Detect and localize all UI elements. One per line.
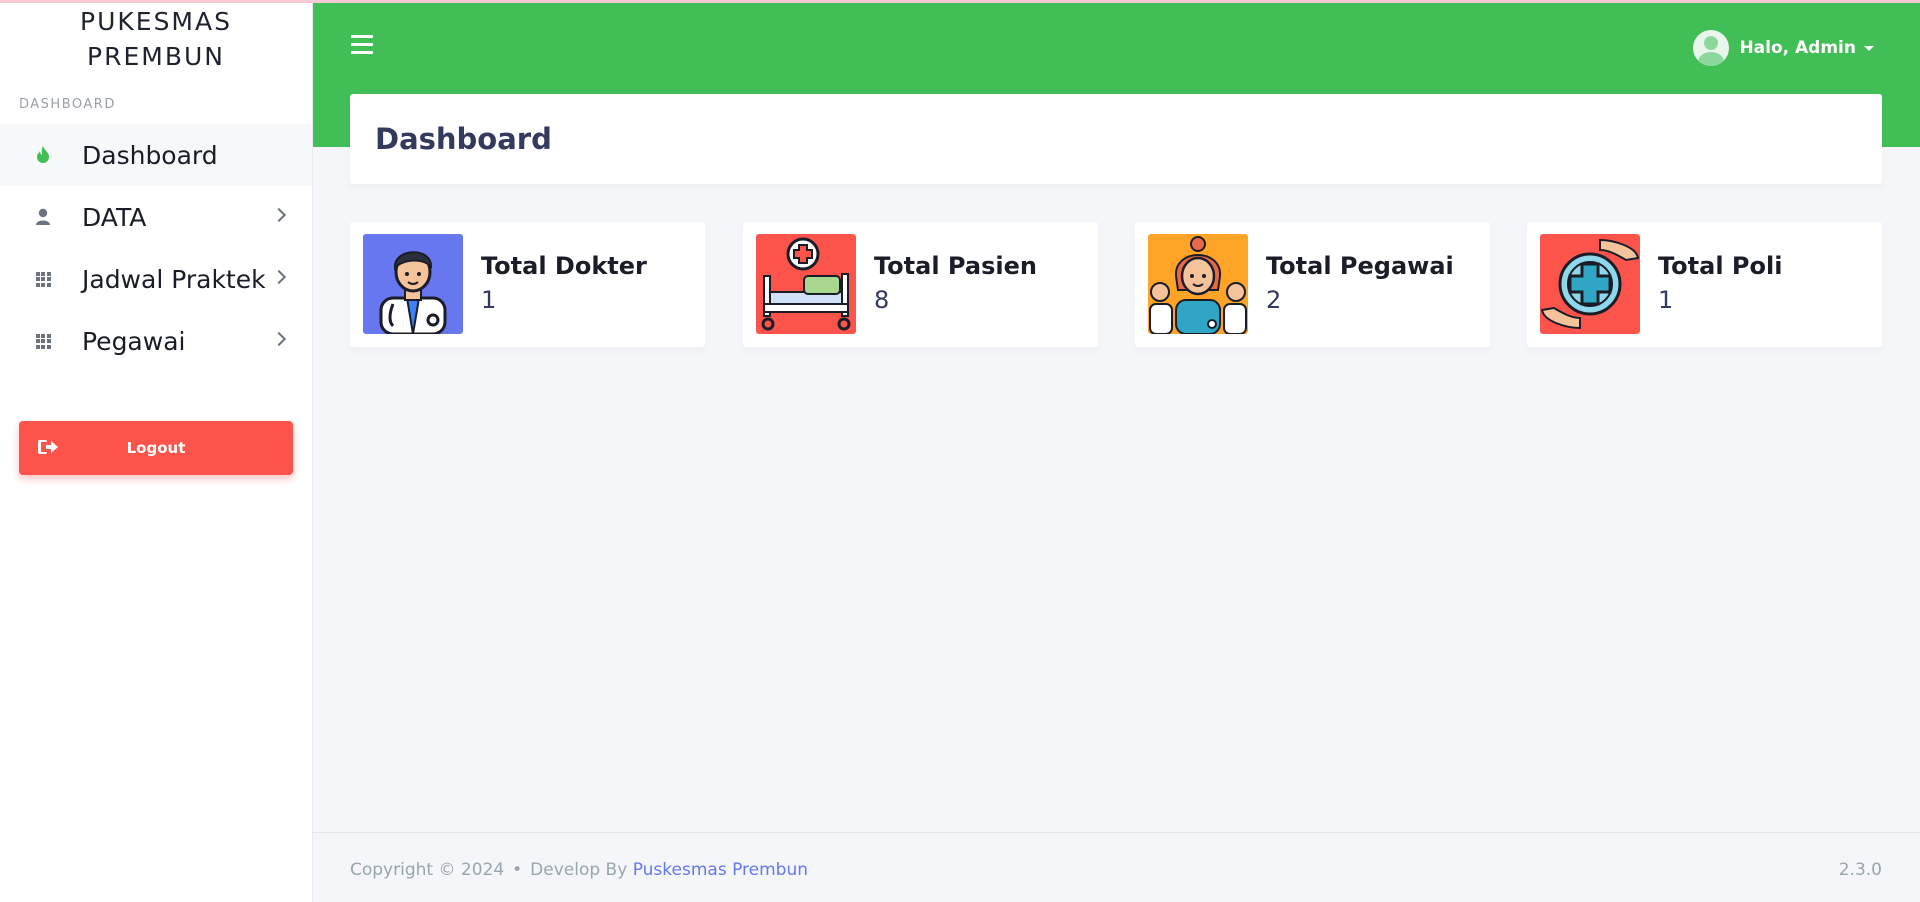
card-title: Total Pegawai [1266,252,1454,280]
chevron-right-icon [271,331,287,347]
sidebar-item-label: Pegawai [82,326,186,356]
sidebar-item-jadwal-praktek[interactable]: Jadwal Praktek [0,248,312,310]
bullet-separator: • [512,860,523,880]
doctor-icon [363,234,463,334]
sidebar-item-dashboard[interactable]: Dashboard [0,124,312,186]
hamburger-menu-icon[interactable] [351,35,373,55]
sidebar-menu: Dashboard DATA Jadwal Praktek Pegawai [0,124,312,372]
sign-out-icon [38,439,58,459]
sidebar-item-label: Dashboard [82,140,218,170]
card-value: 8 [874,286,890,314]
brand-line-2: PREMBUN [87,42,225,71]
sidebar: PUKESMAS PREMBUN DASHBOARD Dashboard DAT… [0,0,313,902]
logout-button[interactable]: Logout [19,421,293,475]
card-title: Total Dokter [481,252,647,280]
user-dropdown[interactable]: Halo, Admin [1693,30,1874,66]
caret-down-icon [1864,45,1874,51]
sidebar-item-label: Jadwal Praktek [82,264,266,294]
chevron-right-icon [271,269,287,285]
card-title: Total Poli [1658,252,1783,280]
footer: Copyright © 2024 • Develop By Puskesmas Pr… [313,832,1920,902]
menu-header: DASHBOARD [19,97,116,112]
stat-card-pegawai: Total Pegawai 2 [1135,222,1490,347]
user-greeting: Halo, Admin [1739,38,1856,58]
brand-logo-text[interactable]: PUKESMAS PREMBUN [0,0,312,74]
sidebar-item-data[interactable]: DATA [0,186,312,248]
sidebar-item-label: DATA [82,202,147,232]
developer-link[interactable]: Puskesmas Prembun [633,860,808,880]
page-title: Dashboard [375,122,552,156]
fire-icon [33,145,53,165]
staff-icon [1148,234,1248,334]
grid-icon [33,331,53,351]
footer-left: Copyright © 2024 • Develop By Puskesmas Pr… [350,860,808,880]
card-value: 2 [1266,286,1282,314]
medical-care-icon [1540,234,1640,334]
card-value: 1 [481,286,497,314]
sidebar-item-pegawai[interactable]: Pegawai [0,310,312,372]
section-header: Dashboard [350,94,1882,184]
avatar [1693,30,1730,66]
version-text: 2.3.0 [1838,860,1882,880]
stat-card-poli: Total Poli 1 [1527,222,1882,347]
top-accent-line [0,0,1920,3]
hospital-bed-icon [756,234,856,334]
stat-card-dokter: Total Dokter 1 [350,222,705,347]
copyright-text: Copyright © 2024 [350,860,505,880]
stat-card-pasien: Total Pasien 8 [743,222,1098,347]
card-title: Total Pasien [874,252,1037,280]
grid-icon [33,269,53,289]
card-value: 1 [1658,286,1674,314]
brand-line-1: PUKESMAS [80,7,232,36]
chevron-right-icon [271,207,287,223]
develop-by-text: Develop By [530,860,628,880]
user-icon [33,207,53,227]
logout-label: Logout [126,439,186,457]
